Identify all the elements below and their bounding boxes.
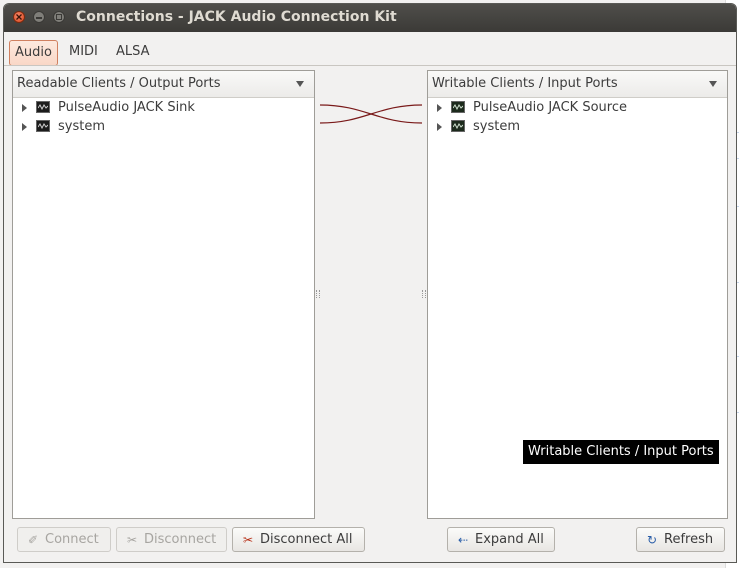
disconnect-button[interactable]: ✂ Disconnect <box>116 527 227 552</box>
expand-icon: ⇠ <box>457 533 469 547</box>
expand-arrow-icon[interactable] <box>22 104 27 112</box>
chevron-down-icon[interactable] <box>296 81 304 87</box>
expand-all-button[interactable]: ⇠ Expand All <box>447 527 555 552</box>
window-minimize-button[interactable] <box>33 11 45 23</box>
output-ports-header[interactable]: Readable Clients / Output Ports <box>13 71 314 98</box>
connect-button-label: Connect <box>45 532 99 547</box>
refresh-button-label: Refresh <box>664 532 714 547</box>
right-splitter-handle[interactable] <box>422 290 426 298</box>
tab-midi[interactable]: MIDI <box>64 40 103 66</box>
close-icon <box>16 14 22 20</box>
client-label: PulseAudio JACK Source <box>473 100 627 115</box>
expand-all-button-label: Expand All <box>475 532 544 547</box>
window-close-button[interactable] <box>13 11 25 23</box>
title-bar: Connections - JACK Audio Connection Kit <box>4 4 736 32</box>
tooltip: Writable Clients / Input Ports <box>523 440 719 464</box>
connection-curves <box>319 104 423 124</box>
client-label: system <box>58 119 105 134</box>
audio-client-icon <box>36 120 50 132</box>
chevron-down-icon[interactable] <box>709 81 717 87</box>
connections-window: Connections - JACK Audio Connection Kit … <box>3 3 737 563</box>
connection-lines-view[interactable] <box>319 96 423 136</box>
audio-client-icon <box>451 101 465 113</box>
left-splitter-handle[interactable] <box>316 290 320 298</box>
tab-divider <box>4 65 736 66</box>
output-ports-panel: Readable Clients / Output Ports PulseAud… <box>12 70 315 519</box>
refresh-button[interactable]: ↻ Refresh <box>636 527 725 552</box>
expand-arrow-icon[interactable] <box>437 123 442 131</box>
cut-all-icon: ✂ <box>242 533 254 547</box>
audio-client-icon <box>36 101 50 113</box>
disconnect-button-label: Disconnect <box>144 532 217 547</box>
client-label: system <box>473 119 520 134</box>
window-maximize-button[interactable] <box>53 11 65 23</box>
window-title: Connections - JACK Audio Connection Kit <box>76 9 397 25</box>
refresh-icon: ↻ <box>646 533 658 547</box>
audio-client-icon <box>451 120 465 132</box>
expand-arrow-icon[interactable] <box>22 123 27 131</box>
disconnect-all-button-label: Disconnect All <box>260 532 353 547</box>
input-ports-header[interactable]: Writable Clients / Input Ports <box>428 71 727 98</box>
expand-arrow-icon[interactable] <box>437 104 442 112</box>
disconnect-all-button[interactable]: ✂ Disconnect All <box>232 527 365 552</box>
client-label: PulseAudio JACK Sink <box>58 100 195 115</box>
tab-audio[interactable]: Audio <box>9 40 58 66</box>
plug-icon: ✐ <box>27 533 39 547</box>
connect-button[interactable]: ✐ Connect <box>17 527 111 552</box>
tab-alsa[interactable]: ALSA <box>111 40 155 66</box>
input-ports-header-label: Writable Clients / Input Ports <box>432 76 618 91</box>
cut-icon: ✂ <box>126 533 138 547</box>
output-ports-header-label: Readable Clients / Output Ports <box>17 76 221 91</box>
